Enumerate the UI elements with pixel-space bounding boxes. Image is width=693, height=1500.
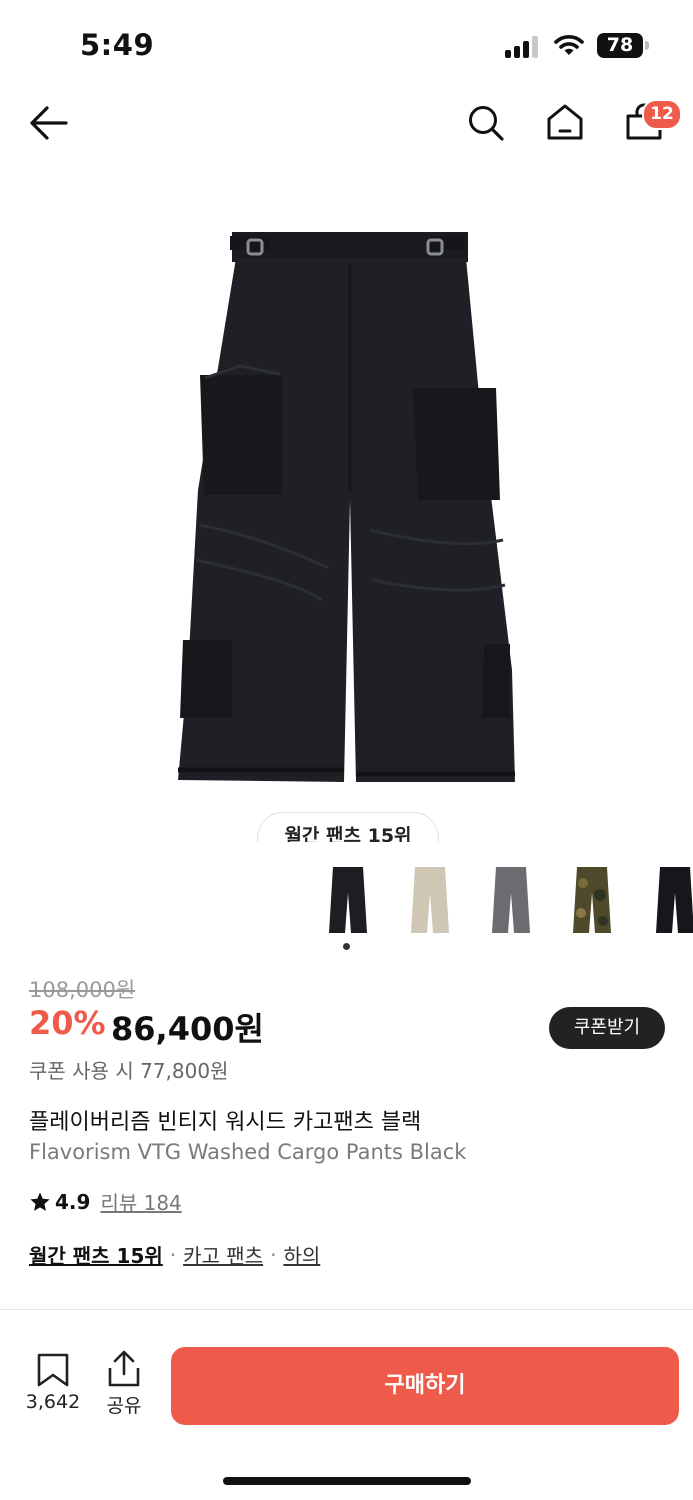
rating-value: 4.9 xyxy=(55,1189,91,1214)
share-icon[interactable] xyxy=(106,1350,142,1388)
section-divider xyxy=(0,1309,693,1310)
status-time: 5:49 xyxy=(80,28,155,62)
battery-icon: 78 xyxy=(597,33,643,58)
category-link-bottoms[interactable]: 하의 xyxy=(283,1240,320,1269)
bookmark-count: 3,642 xyxy=(25,1391,81,1413)
get-coupon-button[interactable]: 쿠폰받기 xyxy=(549,1007,665,1049)
original-price: 108,000원 xyxy=(29,978,136,1002)
rating-row: 4.9 리뷰 184 xyxy=(29,1187,182,1216)
rank-link[interactable]: 월간 팬츠 15위 xyxy=(29,1240,163,1269)
search-icon[interactable] xyxy=(467,104,505,142)
star-icon xyxy=(30,1191,50,1211)
separator: · xyxy=(169,1242,177,1267)
buy-button[interactable]: 구매하기 xyxy=(171,1347,679,1425)
share-label[interactable]: 공유 xyxy=(104,1391,144,1418)
product-title-korean: 플레이버리즘 빈티지 워시드 카고팬츠 블랙 xyxy=(29,1110,422,1135)
carousel-indicator-dot xyxy=(343,943,350,950)
signal-icon xyxy=(505,36,543,58)
category-breadcrumb: 월간 팬츠 15위 · 카고 팬츠 · 하의 xyxy=(29,1240,320,1269)
review-link[interactable]: 리뷰 184 xyxy=(100,1187,181,1216)
back-arrow-icon[interactable] xyxy=(28,103,70,143)
separator: · xyxy=(270,1242,277,1267)
battery-tip xyxy=(645,41,649,50)
category-link-cargo[interactable]: 카고 팬츠 xyxy=(183,1240,263,1269)
cart-count-badge: 12 xyxy=(642,99,682,130)
bookmark-icon[interactable] xyxy=(35,1352,71,1388)
sale-price: 86,400원 xyxy=(111,1010,264,1048)
color-thumbnail-beige[interactable] xyxy=(407,865,453,935)
product-title-english: Flavorism VTG Washed Cargo Pants Black xyxy=(29,1140,467,1164)
color-thumbnail-black[interactable] xyxy=(325,865,371,935)
coupon-price: 쿠폰 사용 시 77,800원 xyxy=(29,1059,229,1083)
product-image[interactable] xyxy=(0,170,693,830)
discount-rate: 20% xyxy=(29,1004,106,1042)
home-indicator xyxy=(223,1477,471,1485)
color-thumbnail-camo[interactable] xyxy=(569,865,615,935)
wifi-icon xyxy=(554,35,584,55)
color-thumbnail-gray[interactable] xyxy=(488,865,534,935)
home-icon[interactable] xyxy=(546,103,584,141)
color-thumbnail-navy[interactable] xyxy=(652,865,693,935)
